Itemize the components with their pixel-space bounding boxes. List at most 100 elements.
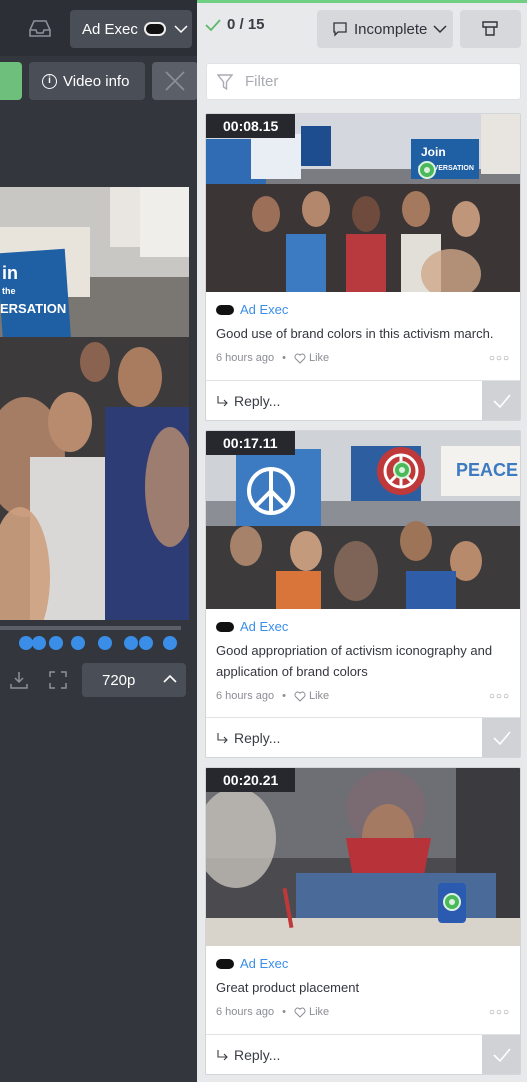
comment-timecode[interactable]: 00:17.11 [206,431,295,455]
mark-complete-button[interactable] [482,717,520,757]
comment-body: Ad Exec Good appropriation of activism i… [206,609,520,706]
completed-count-text: 0 / 15 [227,16,265,33]
svg-text:PEACE: PEACE [456,460,518,480]
video-info-button[interactable]: i Video info [29,62,145,100]
author-name[interactable]: Ad Exec [240,302,288,317]
quality-selector[interactable]: 720p [82,663,186,697]
svg-text:in: in [2,263,18,283]
reply-row: Reply... [206,717,520,758]
like-button[interactable]: Like [294,1006,329,1018]
actions-icon [482,21,498,36]
comment-markers [0,636,190,652]
reply-icon [217,395,228,406]
comment-marker[interactable] [49,636,63,650]
heart-icon [294,353,306,364]
reply-row: Reply... [206,1034,520,1075]
avatar [143,22,166,36]
like-label: Like [308,690,330,702]
mark-complete-button[interactable] [482,380,520,420]
user-menu-dropdown[interactable]: Ad Exec [70,10,192,48]
avatar [216,304,234,315]
comment-timecode[interactable]: 00:08.15 [206,114,296,138]
player-action-row: i Video info [0,60,198,102]
svg-text:Join: Join [421,145,446,159]
comment-marker[interactable] [32,636,46,650]
comment-author: Ad Exec [216,302,510,317]
comment-card[interactable]: Join CONVERSATION 00:08.15 Ad Exec Good … [205,113,521,421]
comment-marker[interactable] [139,636,153,650]
comment-meta: 6 hours ago • Like ○○○ [216,686,510,706]
comment-thumbnail[interactable]: Join CONVERSATION 00:08.15 [206,114,520,292]
annotation-pin [418,161,436,179]
reply-button[interactable]: Reply... [206,1035,482,1075]
quality-label: 720p [102,671,136,689]
mark-complete-button[interactable] [482,1034,520,1074]
reply-label: Reply... [234,392,281,409]
more-icon[interactable]: ○○○ [489,353,510,364]
comment-timecode[interactable]: 00:20.21 [206,768,296,792]
reply-label: Reply... [234,729,281,746]
player-toolbar: Ad Exec [0,0,197,56]
status-filter-dropdown[interactable]: Incomplete [317,10,453,48]
comment-author: Ad Exec [216,619,510,634]
reply-label: Reply... [234,1046,281,1063]
check-icon [493,730,511,745]
reply-icon [217,732,228,743]
like-label: Like [308,1006,330,1018]
comment-thumbnail[interactable]: PEACE 00:17.11 [206,431,520,609]
heart-icon [294,1007,306,1018]
status-filter-label: Incomplete [354,20,428,38]
check-icon [205,18,221,31]
comment-thumbnail[interactable]: 00:20.21 [206,768,520,946]
more-icon[interactable]: ○○○ [489,1007,510,1018]
author-name[interactable]: Ad Exec [240,956,288,971]
filter-input[interactable] [245,73,505,90]
approve-button[interactable] [0,62,22,100]
avatar [216,621,234,632]
reply-button[interactable]: Reply... [206,381,482,421]
player-controls: 720p [0,660,197,700]
close-button[interactable] [152,62,198,100]
download-icon[interactable] [9,670,29,690]
inbox-icon[interactable] [26,16,54,40]
annotation-pin [443,893,461,911]
comment-card[interactable]: 00:20.21 Ad Exec Great product placement… [205,767,521,1075]
comment-body: Ad Exec Good use of brand colors in this… [206,292,520,368]
reply-button[interactable]: Reply... [206,718,482,758]
comment-marker[interactable] [19,636,33,650]
user-menu-label: Ad Exec [82,20,138,38]
comment-marker[interactable] [124,636,138,650]
annotation-pin [393,461,411,479]
comment-marker[interactable] [98,636,112,650]
meta-separator: • [282,690,286,702]
fullscreen-icon[interactable] [48,670,68,690]
check-icon [493,393,511,408]
comment-time: 6 hours ago [216,690,275,702]
like-button[interactable]: Like [294,690,329,702]
scrub-bar[interactable] [0,626,181,630]
comment-meta: 6 hours ago • Like ○○○ [216,1002,510,1022]
chevron-down-icon [433,25,447,34]
info-icon: i [42,73,57,89]
comment-time: 6 hours ago [216,352,275,364]
close-icon [165,71,185,91]
comment-time: 6 hours ago [216,1006,275,1018]
filter-field[interactable] [206,63,521,100]
svg-text:ERSATION: ERSATION [0,301,66,316]
comment-marker[interactable] [163,636,177,650]
svg-text:the: the [2,286,16,296]
like-label: Like [308,352,330,364]
meta-separator: • [282,1006,286,1018]
comment-card[interactable]: PEACE 00:17.11 Ad Exec Good appropriatio… [205,430,521,758]
more-icon[interactable]: ○○○ [489,691,510,702]
player-panel: Ad Exec i Video info in the ERSATION 720… [0,0,198,1082]
comment-text: Good use of brand colors in this activis… [216,326,494,341]
video-frame[interactable]: in the ERSATION [0,187,189,620]
heart-icon [294,691,306,702]
like-button[interactable]: Like [294,352,329,364]
comment-actions-button[interactable] [460,10,521,48]
comment-marker[interactable] [71,636,85,650]
author-name[interactable]: Ad Exec [240,619,288,634]
check-icon [493,1047,511,1062]
reply-icon [217,1049,228,1060]
